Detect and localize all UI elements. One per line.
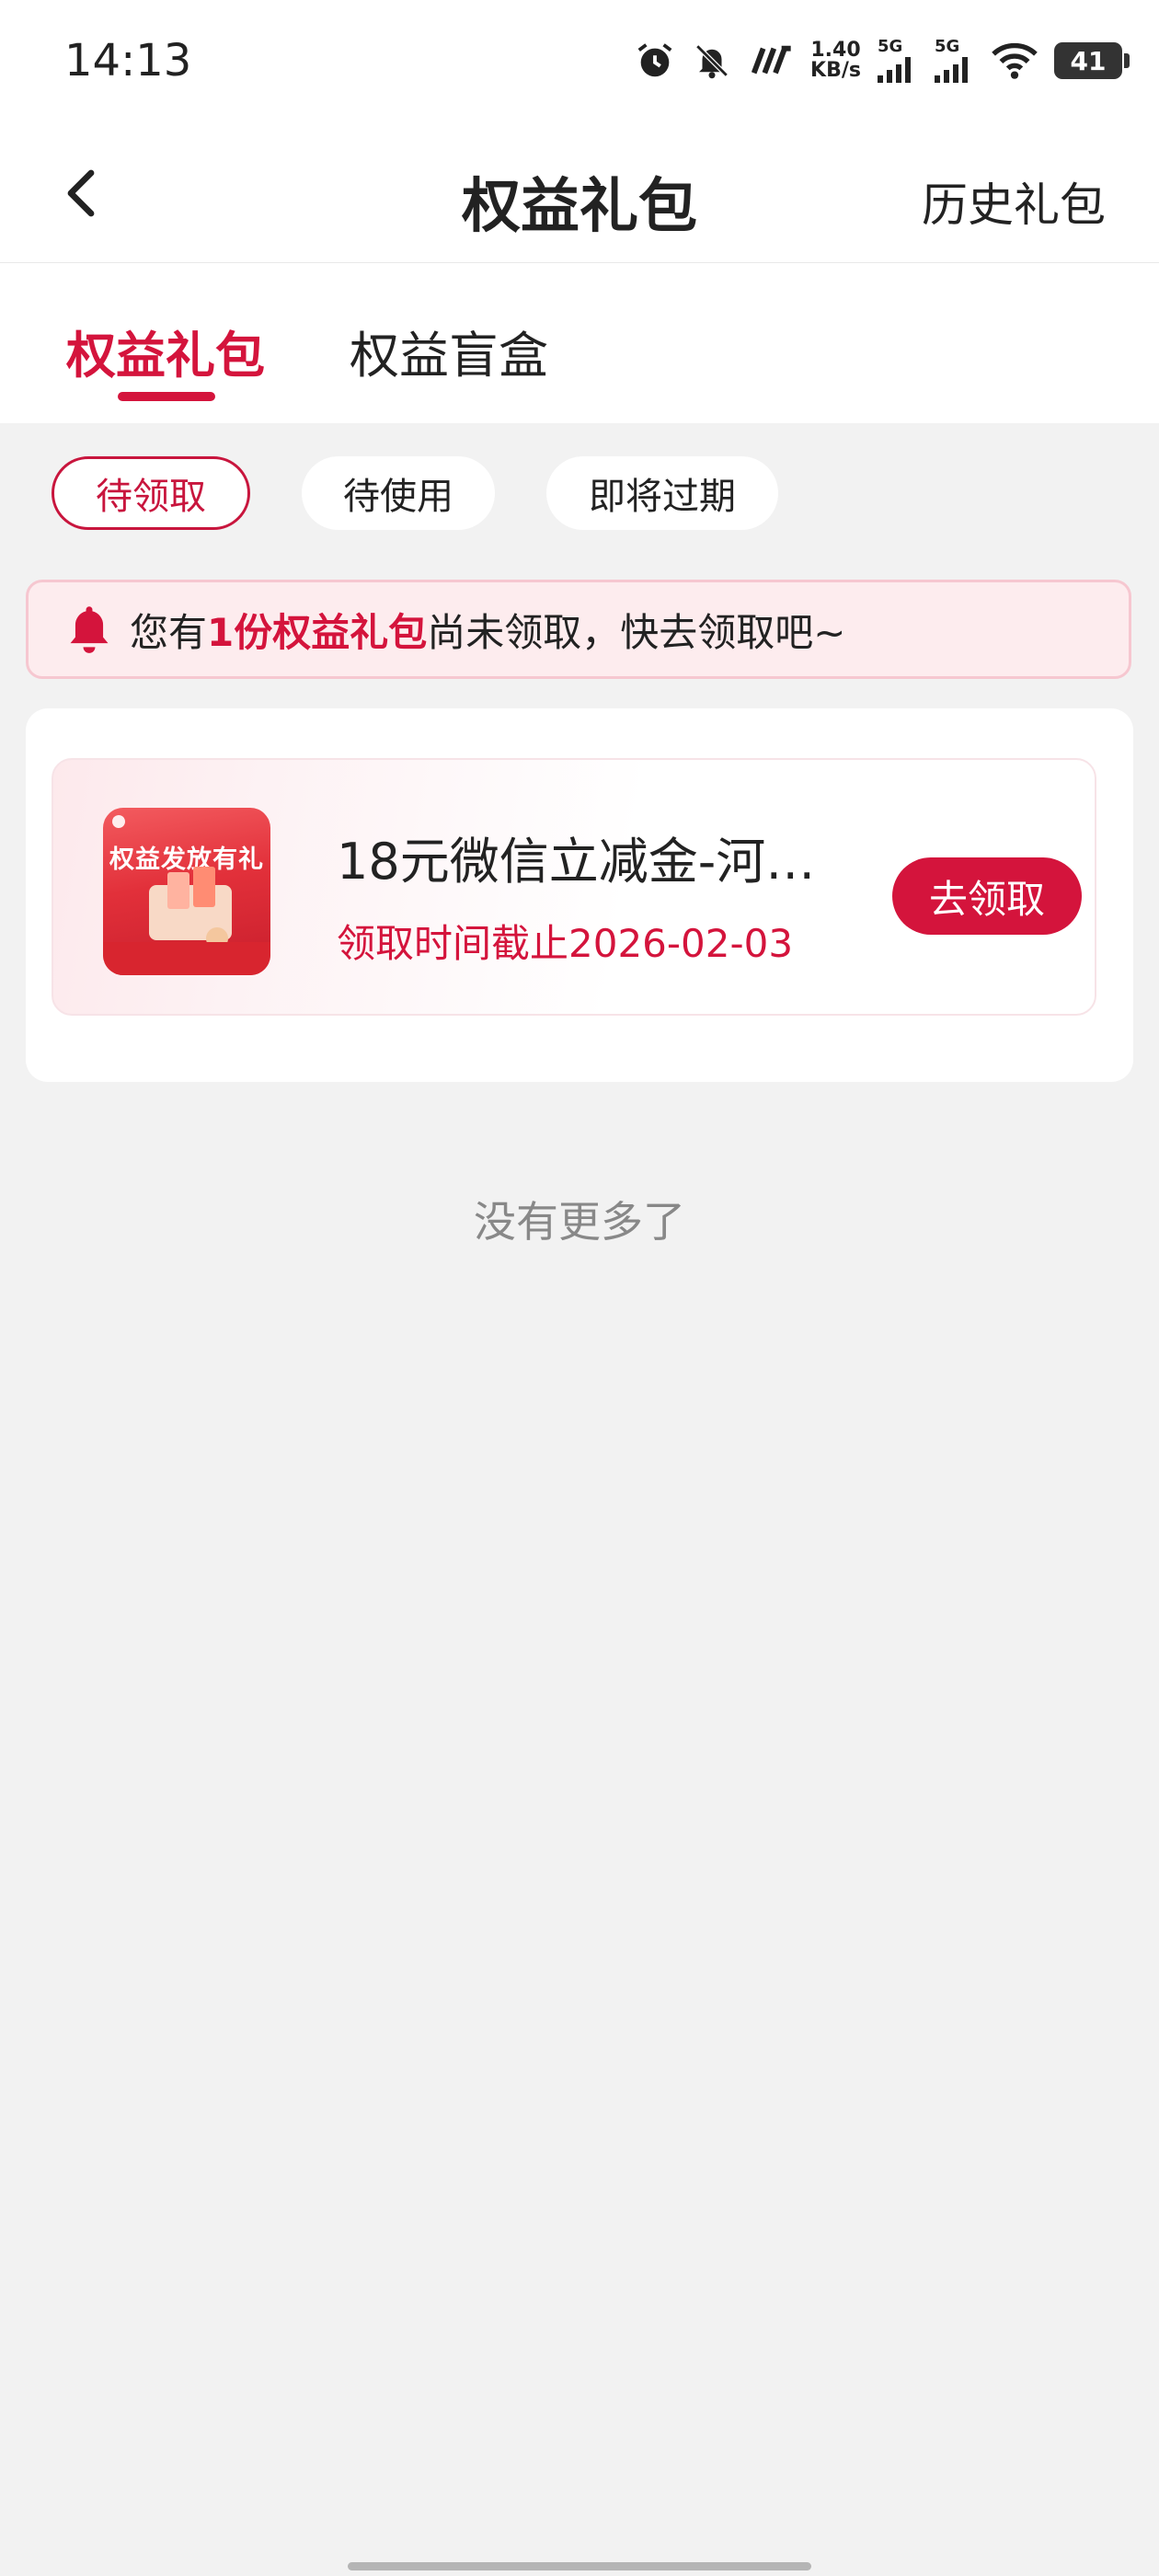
mute-bell-icon (693, 40, 731, 81)
tab-benefit-gifts[interactable]: 权益礼包 (66, 315, 265, 387)
tab-bar: 权益礼包 权益盲盒 (0, 263, 1159, 423)
sim2-label: 5G (935, 37, 960, 56)
thumbnail-text: 权益发放有礼 (109, 845, 264, 874)
signal-icon (878, 57, 911, 83)
notice-text: 您有1份权益礼包尚未领取，快去领取吧~ (130, 602, 845, 658)
notice-highlight: 1份权益礼包 (207, 609, 428, 655)
wifi-icon (992, 42, 1038, 79)
alarm-icon (634, 40, 676, 82)
filter-chips: 待领取 待使用 即将过期 (0, 456, 1159, 534)
envelope-illustration (193, 867, 215, 907)
history-gifts-link[interactable]: 历史礼包 (922, 168, 1106, 235)
tab-benefit-blind-box[interactable]: 权益盲盒 (350, 315, 548, 387)
notice-prefix: 您有 (130, 609, 208, 655)
filter-pending-use[interactable]: 待使用 (302, 456, 495, 530)
envelope-illustration (167, 872, 189, 909)
thumbnail-base (103, 942, 270, 975)
net-speed-value: 1.40 (810, 39, 861, 62)
gift-title: 18元微信立减金-河… (337, 833, 816, 891)
nfc-icon (748, 44, 794, 77)
status-time: 14:13 (64, 35, 192, 86)
list-end-text: 没有更多了 (474, 1197, 685, 1247)
gift-thumbnail: 权益发放有礼 (103, 808, 270, 975)
filter-expiring-soon[interactable]: 即将过期 (546, 456, 778, 530)
status-icons: 1.40 KB/s 5G 5G 41 (634, 33, 1130, 88)
filter-pending-claim[interactable]: 待领取 (52, 456, 250, 530)
signal-sim2: 5G (935, 39, 975, 83)
signal-icon (935, 57, 968, 83)
net-speed: 1.40 KB/s (810, 40, 861, 81)
gift-list: 权益发放有礼 18元微信立减金-河… 领取时间截止2026-02-03 去领取 (26, 708, 1133, 1082)
bank-logo-icon (112, 815, 125, 828)
sim1-label: 5G (878, 37, 903, 56)
tab-active-indicator (118, 392, 215, 401)
net-speed-unit: KB/s (810, 59, 861, 82)
unclaimed-notice: 您有1份权益礼包尚未领取，快去领取吧~ (26, 580, 1131, 679)
nav-bar: 权益礼包 历史礼包 (0, 124, 1159, 263)
home-indicator[interactable] (348, 2562, 811, 2570)
gift-card[interactable]: 权益发放有礼 18元微信立减金-河… 领取时间截止2026-02-03 去领取 (52, 758, 1096, 1016)
gift-deadline: 领取时间截止2026-02-03 (337, 921, 794, 966)
status-bar: 14:13 1.40 KB/s 5G 5G 41 (0, 0, 1159, 124)
bell-icon (63, 604, 115, 655)
claim-button[interactable]: 去领取 (892, 857, 1082, 935)
battery-icon: 41 (1054, 42, 1130, 79)
notice-suffix: 尚未领取，快去领取吧~ (427, 609, 846, 655)
signal-sim1: 5G (878, 39, 918, 83)
